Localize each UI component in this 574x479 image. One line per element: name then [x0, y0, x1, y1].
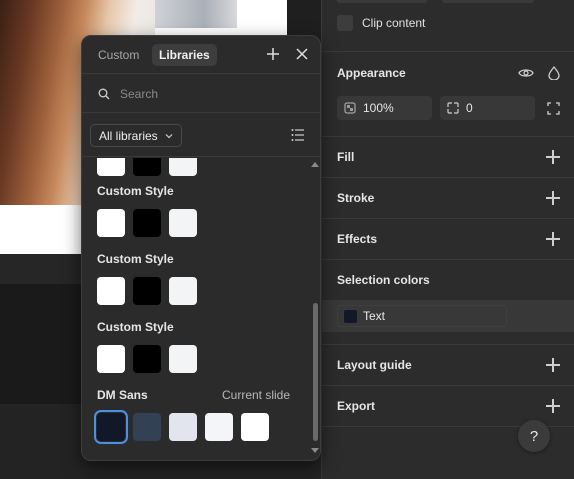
- tab-custom-label: Custom: [98, 48, 140, 62]
- selection-color-label: Text: [363, 309, 386, 323]
- properties-panel: Clip content Appearance 100% 0 Fill Stro…: [321, 0, 574, 479]
- tab-custom[interactable]: Custom: [91, 44, 146, 66]
- color-swatch[interactable]: [97, 277, 125, 305]
- fill-title: Fill: [337, 150, 355, 164]
- help-label: ?: [529, 427, 539, 445]
- style-group-title: Custom Style: [97, 320, 174, 334]
- layout-guide-section[interactable]: Layout guide: [322, 355, 574, 375]
- color-swatch[interactable]: [205, 413, 233, 441]
- divider: [322, 51, 574, 52]
- corner-radius-field[interactable]: 0: [440, 96, 535, 120]
- color-swatch[interactable]: [133, 345, 161, 373]
- layout-guide-title: Layout guide: [337, 358, 412, 372]
- selection-colors-header: Selection colors: [322, 270, 574, 290]
- divider: [322, 177, 574, 178]
- slide-photo-secondary[interactable]: [155, 0, 237, 28]
- expand-corners-icon[interactable]: [547, 102, 560, 115]
- divider: [322, 344, 574, 345]
- style-group-title: Custom Style: [97, 252, 174, 266]
- search-bar: [82, 75, 320, 113]
- clip-content-row[interactable]: Clip content: [322, 13, 574, 33]
- search-input[interactable]: [120, 86, 300, 101]
- add-effect-plus-icon[interactable]: [546, 232, 560, 246]
- opacity-icon: [344, 102, 356, 114]
- color-swatch-selected[interactable]: [94, 410, 128, 444]
- top-field[interactable]: [337, 0, 427, 3]
- effects-title: Effects: [337, 232, 378, 246]
- selection-color-swatch[interactable]: [344, 309, 357, 323]
- add-layout-guide-plus-icon[interactable]: [546, 358, 560, 372]
- color-swatch[interactable]: [97, 209, 125, 237]
- library-filter-bar: All libraries: [82, 114, 320, 157]
- chevron-down-icon: [165, 133, 173, 138]
- export-title: Export: [337, 399, 376, 413]
- plus-icon[interactable]: [266, 47, 280, 61]
- effects-section[interactable]: Effects: [322, 229, 574, 249]
- divider: [322, 136, 574, 137]
- current-slide-label: Current slide: [222, 388, 291, 402]
- divider: [322, 385, 574, 386]
- color-swatch[interactable]: [169, 345, 197, 373]
- color-swatch[interactable]: [133, 277, 161, 305]
- export-section[interactable]: Export: [322, 396, 574, 416]
- color-swatch[interactable]: [97, 158, 125, 176]
- color-swatch[interactable]: [169, 209, 197, 237]
- help-button[interactable]: ?: [518, 420, 550, 452]
- color-swatch[interactable]: [97, 345, 125, 373]
- popover-header: Custom Libraries: [82, 36, 320, 74]
- color-swatch[interactable]: [133, 413, 161, 441]
- tab-libraries[interactable]: Libraries: [152, 44, 217, 66]
- appearance-title: Appearance: [337, 66, 406, 80]
- list-view-icon[interactable]: [291, 128, 305, 142]
- add-stroke-plus-icon[interactable]: [546, 191, 560, 205]
- color-swatch[interactable]: [169, 158, 197, 176]
- search-icon: [98, 88, 110, 99]
- clip-content-label: Clip content: [362, 16, 426, 30]
- drop-icon[interactable]: [548, 66, 560, 80]
- eye-icon[interactable]: [518, 67, 534, 79]
- scrollbar-thumb[interactable]: [313, 303, 318, 441]
- clip-content-checkbox[interactable]: [337, 15, 353, 31]
- color-swatch[interactable]: [133, 209, 161, 237]
- style-group-title: Custom Style: [97, 184, 174, 198]
- scrollbar[interactable]: [311, 158, 320, 460]
- selection-colors-title: Selection colors: [337, 273, 430, 287]
- add-export-plus-icon[interactable]: [546, 399, 560, 413]
- stroke-section[interactable]: Stroke: [322, 188, 574, 208]
- library-filter-label: All libraries: [99, 128, 158, 143]
- opacity-field[interactable]: 100%: [337, 96, 432, 120]
- close-icon[interactable]: [295, 47, 309, 61]
- color-swatch[interactable]: [133, 158, 161, 176]
- add-fill-plus-icon[interactable]: [546, 150, 560, 164]
- library-filter-dropdown[interactable]: All libraries: [90, 124, 182, 147]
- scroll-down-arrow-icon[interactable]: [311, 448, 319, 453]
- corner-radius-value: 0: [466, 101, 473, 115]
- color-swatch[interactable]: [169, 277, 197, 305]
- libraries-popover: Custom Libraries All libraries: [81, 35, 321, 461]
- divider: [322, 218, 574, 219]
- scroll-up-arrow-icon[interactable]: [311, 162, 319, 167]
- selection-color-chip[interactable]: Text: [337, 305, 507, 327]
- tab-libraries-label: Libraries: [159, 48, 210, 62]
- color-swatch[interactable]: [169, 413, 197, 441]
- swatch-list: Custom Style Custom Style Custom Style D…: [82, 158, 312, 460]
- stroke-title: Stroke: [337, 191, 375, 205]
- opacity-value: 100%: [363, 101, 394, 115]
- fill-section[interactable]: Fill: [322, 147, 574, 167]
- top-field[interactable]: [442, 0, 534, 3]
- corner-radius-icon: [447, 102, 459, 114]
- appearance-header: Appearance: [322, 62, 574, 84]
- color-swatch[interactable]: [241, 413, 269, 441]
- divider: [322, 259, 574, 260]
- library-group-title: DM Sans: [97, 388, 148, 402]
